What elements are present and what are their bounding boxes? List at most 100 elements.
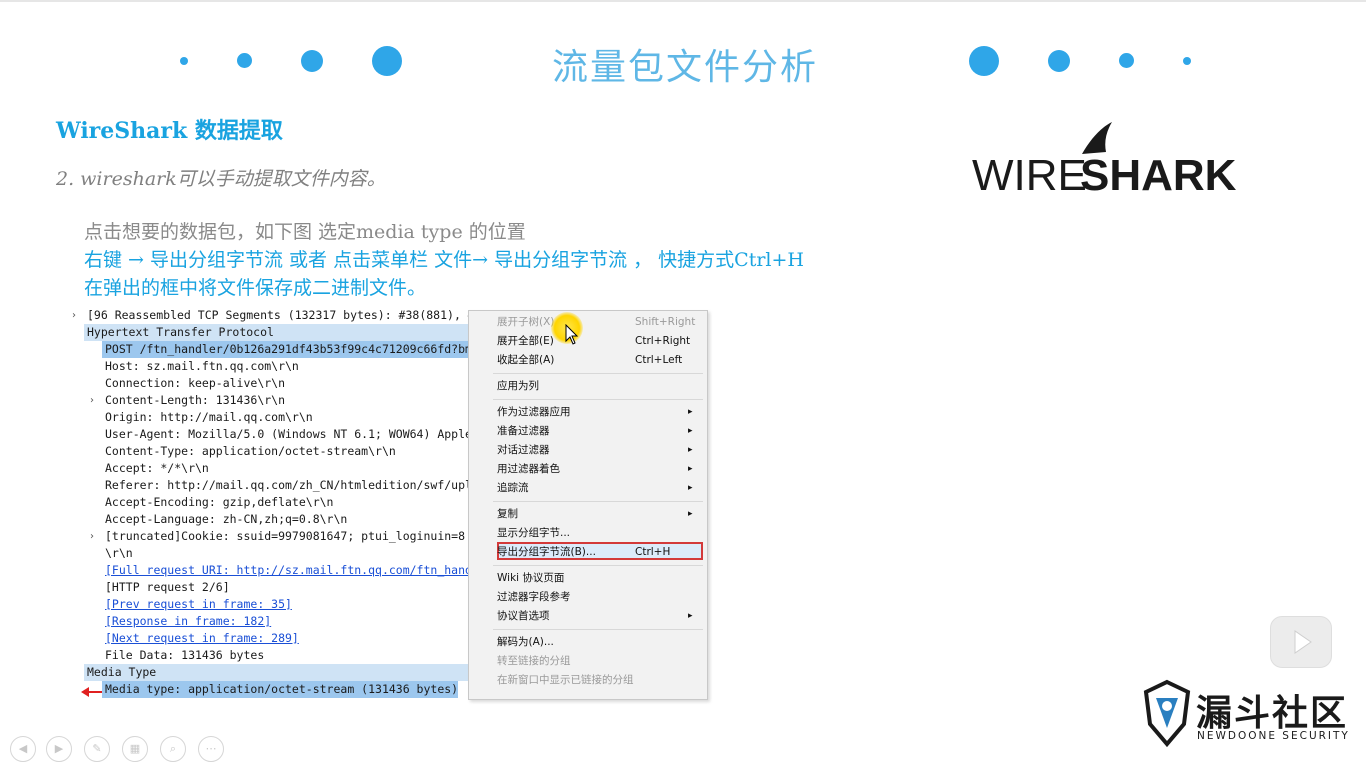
decor-dot [1183, 57, 1191, 65]
top-border [0, 0, 1366, 2]
packet-tree-row[interactable]: ›POST /ftn_handler/0b126a291df43b53f99c4… [102, 341, 468, 358]
menu-item[interactable]: 在新窗口中显示已链接的分组 [469, 671, 707, 690]
section-heading: WireShark 数据提取 [56, 118, 283, 144]
menu-item[interactable]: 转至链接的分组 [469, 652, 707, 671]
collapse-arrow-icon[interactable]: › [90, 392, 94, 409]
packet-tree-text: [Full request URI: http://sz.mail.ftn.qq… [105, 563, 468, 577]
play-video-icon[interactable] [1270, 616, 1332, 668]
mouse-cursor-icon [565, 324, 579, 345]
menu-item-label: 转至链接的分组 [497, 655, 571, 667]
packet-tree-row[interactable]: › [96 Reassembled TCP Segments (132317 by… [68, 307, 468, 324]
menu-item-label: 用过滤器着色 [497, 463, 560, 475]
menu-item[interactable]: 用过滤器着色 ▸ [469, 460, 707, 479]
menu-item[interactable]: 解码为(A)... [469, 633, 707, 652]
packet-tree-text: Content-Type: application/octet-stream\r… [105, 444, 396, 458]
menu-separator [493, 565, 703, 566]
packet-tree-row[interactable]: Referer: http://mail.qq.com/zh_CN/htmled… [68, 477, 468, 494]
packet-tree-row[interactable]: Origin: http://mail.qq.com\r\n [68, 409, 468, 426]
menu-item-label: 准备过滤器 [497, 425, 550, 437]
menu-item-label: 过滤器字段参考 [497, 591, 571, 603]
menu-item-label: 解码为(A)... [497, 636, 554, 648]
collapse-arrow-icon[interactable]: › [90, 528, 94, 545]
decor-dot [301, 50, 323, 72]
menu-item-label: 展开子树(X) [497, 316, 555, 328]
decor-dot [1048, 50, 1070, 72]
slides-grid-icon[interactable]: ▦ [122, 736, 148, 762]
packet-tree-row[interactable]: Media type: application/octet-stream (13… [102, 681, 458, 698]
packet-tree-row[interactable]: ⌄Hypertext Transfer Protocol [84, 324, 468, 341]
submenu-arrow-icon: ▸ [688, 611, 693, 621]
menu-item[interactable]: 对话过滤器 ▸ [469, 441, 707, 460]
menu-item[interactable]: 作为过滤器应用 ▸ [469, 403, 707, 422]
menu-item-label: 应用为列 [497, 380, 539, 392]
more-options-icon[interactable]: ⋯ [198, 736, 224, 762]
packet-tree-row[interactable]: [HTTP request 2/6] [68, 579, 468, 596]
wireshark-logo: WIRE SHARK [972, 122, 1236, 198]
menu-item[interactable]: 准备过滤器 ▸ [469, 422, 707, 441]
submenu-arrow-icon: ▸ [688, 509, 693, 519]
logo-text-wire: WIRE [972, 151, 1087, 198]
packet-tree-text: Connection: keep-alive\r\n [105, 376, 286, 390]
menu-item[interactable]: 应用为列 [469, 377, 707, 396]
prev-slide-icon[interactable]: ◀ [10, 736, 36, 762]
packet-tree-row[interactable]: ⌄Media Type [84, 664, 468, 681]
packet-tree-row[interactable]: Accept: */*\r\n [68, 460, 468, 477]
menu-item-label: 导出分组字节流(B)... [497, 546, 596, 558]
packet-tree-row[interactable]: Connection: keep-alive\r\n [68, 375, 468, 392]
packet-tree-text: [Next request in frame: 289] [105, 631, 299, 645]
packet-tree-text: [Prev request in frame: 35] [105, 597, 292, 611]
packet-tree-row[interactable]: Accept-Language: zh-CN,zh;q=0.8\r\n [68, 511, 468, 528]
packet-tree-text: Origin: http://mail.qq.com\r\n [105, 410, 313, 424]
pen-icon[interactable]: ✎ [84, 736, 110, 762]
packet-tree-row[interactable]: › Content-Length: 131436\r\n [68, 392, 468, 409]
menu-item-shortcut: Ctrl+Left [635, 354, 683, 366]
menu-item[interactable]: 显示分组字节... [469, 524, 707, 543]
logo-text-shark: SHARK [1080, 151, 1236, 198]
packet-tree-text: File Data: 131436 bytes [105, 648, 265, 662]
instruction-line-1: 点击想要的数据包，如下图 选定media type 的位置 [84, 221, 526, 243]
packet-tree-text: Content-Length: 131436\r\n [105, 393, 286, 407]
menu-item[interactable]: 协议首选项 ▸ [469, 607, 707, 626]
menu-item-label: 协议首选项 [497, 610, 550, 622]
menu-item-label: Wiki 协议页面 [497, 572, 565, 584]
packet-tree-text: Referer: http://mail.qq.com/zh_CN/htmled… [105, 478, 468, 492]
packet-tree-row[interactable]: [Full request URI: http://sz.mail.ftn.qq… [68, 562, 468, 579]
menu-item[interactable]: 展开全部(E) Ctrl+Right [469, 332, 707, 351]
menu-item[interactable]: Wiki 协议页面 [469, 569, 707, 588]
menu-item-label: 复制 [497, 508, 518, 520]
step-text: 2. wireshark可以手动提取文件内容。 [56, 168, 386, 190]
next-slide-icon[interactable]: ▶ [46, 736, 72, 762]
packet-tree-row[interactable]: [Next request in frame: 289] [68, 630, 468, 647]
menu-item-label: 追踪流 [497, 482, 529, 494]
menu-item-label: 显示分组字节... [497, 527, 571, 539]
packet-tree-row[interactable]: [Response in frame: 182] [68, 613, 468, 630]
menu-item-label: 收起全部(A) [497, 354, 555, 366]
collapse-arrow-icon[interactable]: › [72, 307, 76, 324]
packet-tree-row[interactable]: User-Agent: Mozilla/5.0 (Windows NT 6.1;… [68, 426, 468, 443]
decor-dot [237, 53, 252, 68]
packet-tree-text: \r\n [105, 546, 133, 560]
packet-tree-row[interactable]: [Prev request in frame: 35] [68, 596, 468, 613]
packet-tree-row[interactable]: Content-Type: application/octet-stream\r… [68, 443, 468, 460]
packet-tree-text: Hypertext Transfer Protocol [87, 325, 274, 339]
packet-tree-row[interactable]: Accept-Encoding: gzip,deflate\r\n [68, 494, 468, 511]
submenu-arrow-icon: ▸ [688, 407, 693, 417]
submenu-arrow-icon: ▸ [688, 426, 693, 436]
menu-item[interactable]: 复制 ▸ [469, 505, 707, 524]
context-menu[interactable]: 展开子树(X) Shift+Right 展开全部(E) Ctrl+Right 收起全部(… [468, 310, 708, 700]
menu-item[interactable]: 过滤器字段参考 [469, 588, 707, 607]
menu-item[interactable]: 追踪流 ▸ [469, 479, 707, 498]
menu-item[interactable]: 展开子树(X) Shift+Right [469, 313, 707, 332]
decor-dot [1119, 53, 1134, 68]
menu-item[interactable]: 导出分组字节流(B)... Ctrl+H [469, 543, 707, 562]
menu-item-shortcut: Shift+Right [635, 316, 696, 328]
zoom-icon[interactable]: ⌕ [160, 736, 186, 762]
packet-tree-row[interactable]: › [truncated]Cookie: ssuid=9979081647; p… [68, 528, 468, 545]
packet-tree-text: [96 Reassembled TCP Segments (132317 byt… [87, 308, 468, 322]
packet-tree-row[interactable]: Host: sz.mail.ftn.qq.com\r\n [68, 358, 468, 375]
packet-tree-text: Accept-Language: zh-CN,zh;q=0.8\r\n [105, 512, 348, 526]
packet-tree-row[interactable]: \r\n [68, 545, 468, 562]
menu-item-label: 在新窗口中显示已链接的分组 [497, 674, 634, 686]
packet-tree-row[interactable]: File Data: 131436 bytes [68, 647, 468, 664]
menu-item[interactable]: 收起全部(A) Ctrl+Left [469, 351, 707, 370]
